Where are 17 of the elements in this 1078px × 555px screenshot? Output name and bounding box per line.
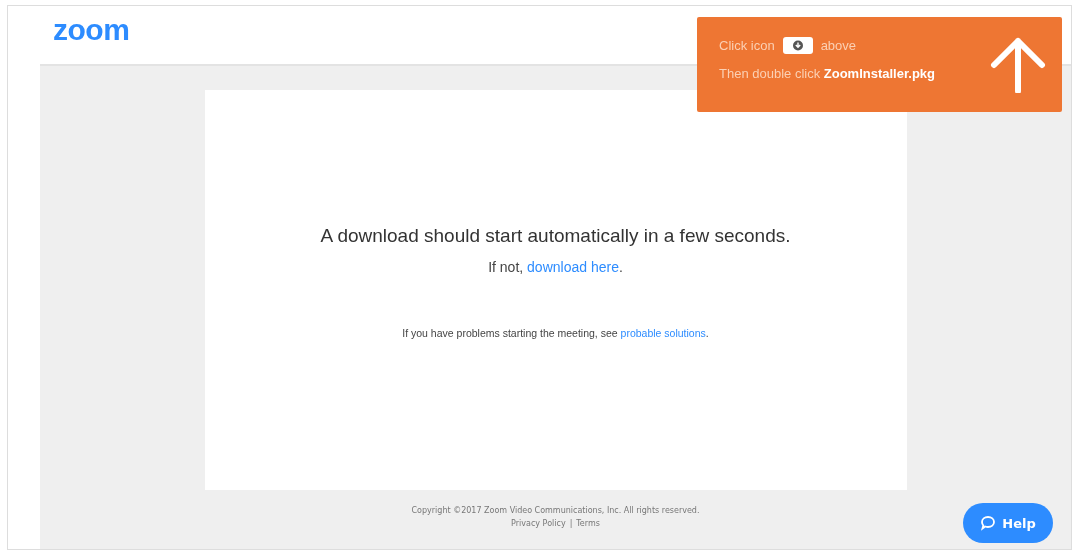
instruction-text: Click icon	[719, 38, 775, 53]
help-button[interactable]: Help	[963, 503, 1053, 543]
chat-bubble-icon	[980, 515, 997, 531]
problems-text: If you have problems starting the meeting, see probable solutions.	[402, 327, 709, 339]
footer-link[interactable]: Terms	[576, 519, 600, 528]
copyright-text: Copyright ©2017 Zoom Video Communications, Inc. All rights reserved.	[411, 505, 700, 517]
up-arrow-icon	[990, 37, 1046, 93]
footer-link[interactable]: Privacy Policy	[511, 519, 566, 528]
download-message: A download should start automatically in a few seconds.	[320, 225, 791, 247]
zoom-logo: zoom	[53, 13, 130, 47]
download-icon	[782, 37, 813, 54]
link[interactable]: probable solutions	[620, 327, 706, 339]
fallback-text: If not, download here.	[488, 259, 623, 275]
separator: |	[569, 519, 573, 528]
link[interactable]: download here	[527, 259, 619, 275]
instruction-text: Then double click ZoomInstaller.pkg	[719, 66, 937, 81]
instruction-text: above	[820, 38, 857, 53]
